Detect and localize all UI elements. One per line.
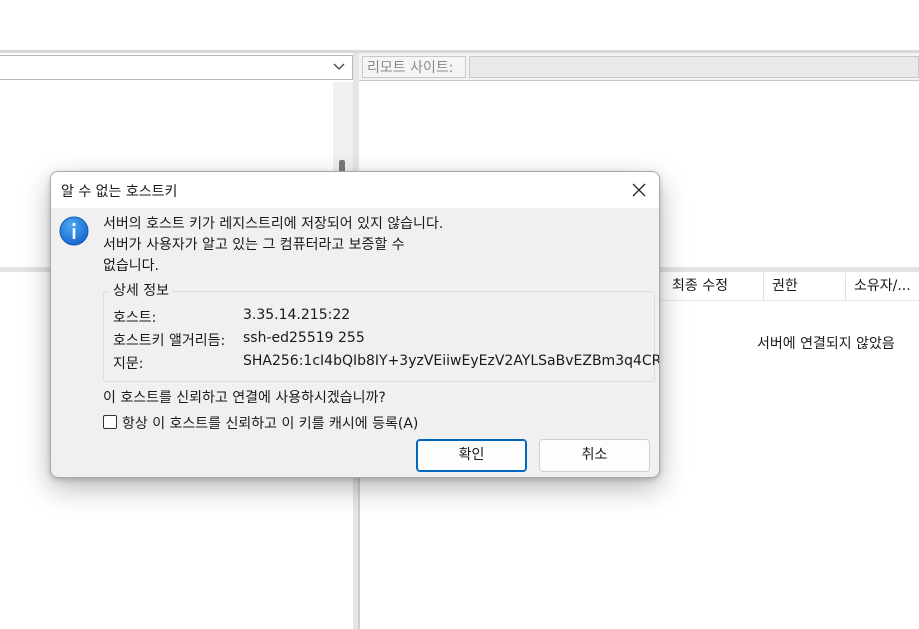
column-header-owner[interactable]: 소유자/... bbox=[846, 273, 919, 300]
message-line: 서버가 사용자가 알고 있는 그 컴퓨터라고 보증할 수 bbox=[103, 237, 405, 253]
top-strip bbox=[0, 0, 919, 50]
algorithm-value: ssh-ed25519 255 bbox=[243, 330, 365, 346]
ok-button[interactable]: 확인 bbox=[416, 439, 527, 472]
fingerprint-label: 지문: bbox=[113, 356, 144, 372]
unknown-hostkey-dialog: 알 수 없는 호스트키 서버의 호스트 키가 레지스트리에 저장되어 있지 않습… bbox=[50, 171, 660, 478]
dialog-message: 서버의 호스트 키가 레지스트리에 저장되어 있지 않습니다. 서버가 사용자가… bbox=[103, 214, 443, 277]
message-line: 서버의 호스트 키가 레지스트리에 저장되어 있지 않습니다. bbox=[103, 216, 444, 232]
remote-status-text: 서버에 연결되지 않았음 bbox=[757, 336, 895, 352]
info-icon bbox=[59, 216, 89, 246]
column-header-modified[interactable]: 최종 수정 bbox=[664, 273, 764, 300]
message-line: 없습니다. bbox=[103, 258, 159, 274]
chevron-down-icon[interactable] bbox=[332, 59, 346, 73]
cancel-button[interactable]: 취소 bbox=[539, 439, 650, 472]
column-header-permissions[interactable]: 권한 bbox=[764, 273, 846, 300]
local-path-combobox[interactable] bbox=[0, 55, 353, 80]
close-icon[interactable] bbox=[632, 183, 646, 197]
remote-site-label: 리모트 사이트: bbox=[362, 56, 466, 78]
dialog-titlebar: 알 수 없는 호스트키 bbox=[51, 172, 659, 208]
details-legend: 상세 정보 bbox=[109, 280, 173, 300]
trust-question: 이 호스트를 신뢰하고 연결에 사용하시겠습니까? bbox=[103, 390, 386, 406]
algorithm-label: 호스트키 앨거리듬: bbox=[113, 333, 226, 349]
host-value: 3.35.14.215:22 bbox=[243, 307, 351, 323]
header-divider bbox=[660, 300, 919, 301]
remote-site-path-input[interactable] bbox=[469, 56, 919, 78]
fingerprint-value: SHA256:1cI4bQIb8IY+3yzVEiiwEyEzV2AYLSaBv… bbox=[243, 353, 660, 369]
host-label: 호스트: bbox=[113, 310, 157, 326]
dialog-title: 알 수 없는 호스트키 bbox=[61, 184, 178, 200]
always-trust-checkbox-label[interactable]: 항상 이 호스트를 신뢰하고 이 키를 캐시에 등록(A) bbox=[122, 413, 418, 433]
always-trust-checkbox[interactable] bbox=[103, 415, 117, 429]
close-button[interactable] bbox=[621, 176, 657, 204]
